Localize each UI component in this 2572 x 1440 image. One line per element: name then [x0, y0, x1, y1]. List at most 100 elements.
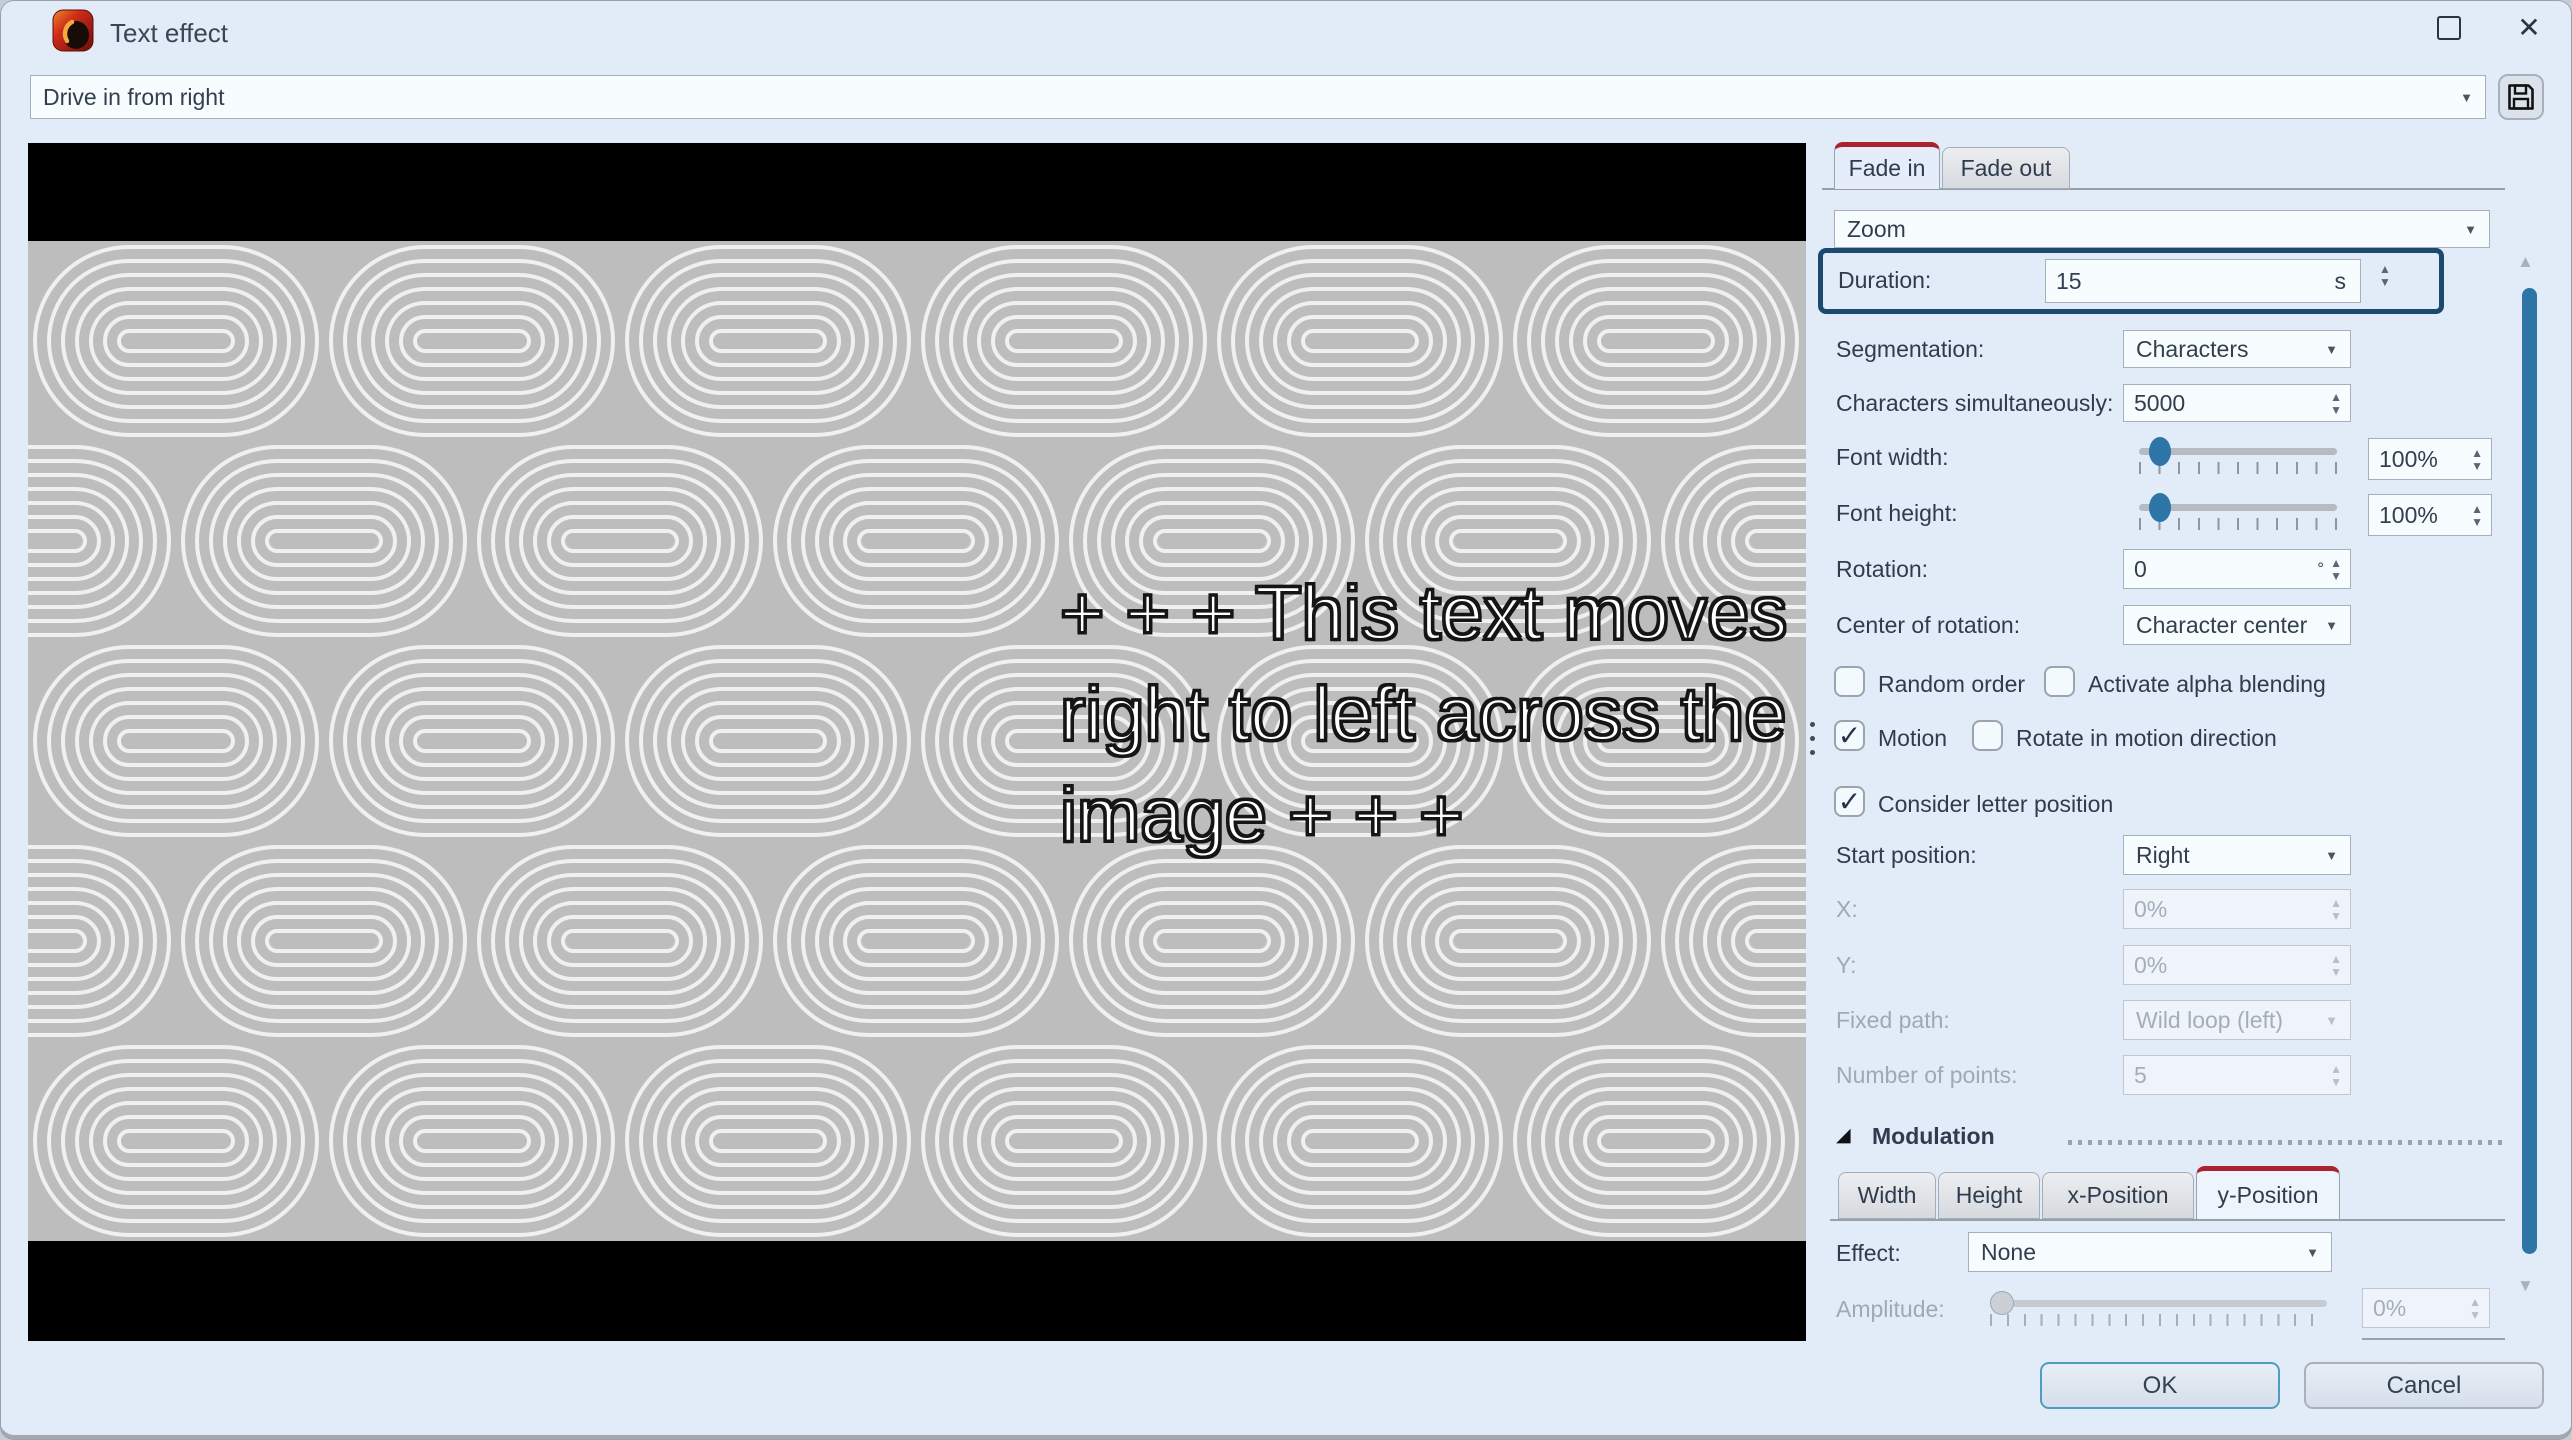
- duration-spinner[interactable]: ▲ ▼: [2379, 262, 2391, 288]
- fade-effect-dropdown[interactable]: Zoom ▼: [1834, 210, 2490, 248]
- dropdown-arrow-icon: ▼: [2325, 1012, 2338, 1028]
- start-position-value: Right: [2136, 841, 2190, 868]
- amplitude-label: Amplitude:: [1836, 1296, 1945, 1322]
- font-height-spinner[interactable]: ▲ ▼: [2471, 503, 2483, 529]
- modulation-tabs-baseline: [1830, 1219, 2505, 1221]
- consider-letter-position-checkbox[interactable]: ✓: [1834, 786, 1865, 817]
- tab-fade-in[interactable]: Fade in: [1834, 142, 1940, 189]
- chars-simultaneously-spinner[interactable]: ▲ ▼: [2330, 389, 2342, 416]
- font-height-value: 100%: [2379, 501, 2438, 528]
- start-position-dropdown[interactable]: Right ▼: [2123, 835, 2351, 875]
- close-button[interactable]: ✕: [2500, 4, 2558, 52]
- segmentation-dropdown[interactable]: Characters ▼: [2123, 330, 2351, 368]
- scrollbar-up-icon[interactable]: ▲: [2517, 252, 2534, 272]
- preview-text-line: image + + +: [1058, 772, 1465, 860]
- preset-value: Drive in from right: [43, 83, 225, 110]
- amplitude-input: 0% ▲ ▼: [2362, 1288, 2490, 1328]
- check-icon: ✓: [1837, 785, 1862, 817]
- tab-x-position[interactable]: x-Position: [2042, 1172, 2194, 1219]
- amplitude-value: 0%: [2373, 1294, 2407, 1321]
- spinner-up-icon: ▲: [2330, 555, 2342, 570]
- modulation-separator: [2068, 1140, 2504, 1145]
- rotation-input[interactable]: 0 ° ▲ ▼: [2123, 549, 2351, 589]
- x-position-input: 0% ▲ ▼: [2123, 889, 2351, 929]
- rotate-in-motion-direction-checkbox[interactable]: [1972, 720, 2003, 751]
- duration-row: Duration: 15 s ▲ ▼: [1818, 248, 2444, 314]
- panel-scrollbar-thumb[interactable]: [2522, 288, 2537, 1254]
- text-effect-dialog: Text effect ✕ Drive in from right ▼ + + …: [0, 0, 2572, 1440]
- spinner-down-icon: ▼: [2469, 1307, 2481, 1322]
- tab-width[interactable]: Width: [1838, 1172, 1936, 1219]
- splitter-handle[interactable]: [1810, 722, 1815, 755]
- ok-button[interactable]: OK: [2040, 1362, 2280, 1409]
- x-position-spinner: ▲ ▼: [2330, 895, 2342, 922]
- x-position-label: X:: [1836, 896, 1858, 922]
- preview-canvas: + + + This text moves right to left acro…: [28, 143, 1806, 1341]
- chars-simultaneously-input[interactable]: 5000 ▲ ▼: [2123, 384, 2351, 422]
- preset-dropdown[interactable]: Drive in from right ▼: [30, 75, 2486, 119]
- preview-effect-text: + + + This text moves right to left acro…: [1058, 563, 1788, 866]
- chars-simultaneously-label: Characters simultaneously:: [1836, 390, 2114, 416]
- spinner-down-icon: ▼: [2471, 458, 2483, 473]
- font-height-slider[interactable]: [2139, 493, 2337, 530]
- random-order-checkbox[interactable]: [1834, 666, 1865, 697]
- font-width-input[interactable]: 100% ▲ ▼: [2368, 438, 2492, 480]
- center-of-rotation-dropdown[interactable]: Character center ▼: [2123, 605, 2351, 645]
- dropdown-arrow-icon: ▼: [2306, 1244, 2319, 1260]
- tab-height[interactable]: Height: [1938, 1172, 2040, 1219]
- rotation-label: Rotation:: [1836, 556, 1929, 582]
- tab-y-position-label: y-Position: [2217, 1181, 2319, 1208]
- tab-x-position-label: x-Position: [2067, 1182, 2169, 1208]
- motion-checkbox[interactable]: ✓: [1834, 720, 1865, 751]
- center-of-rotation-label: Center of rotation:: [1836, 612, 2021, 638]
- font-width-slider-thumb[interactable]: [2149, 437, 2171, 466]
- cancel-button[interactable]: Cancel: [2304, 1362, 2544, 1409]
- font-height-input[interactable]: 100% ▲ ▼: [2368, 494, 2492, 536]
- maximize-button[interactable]: [2420, 4, 2478, 52]
- preview-text-line: right to left across the: [1058, 671, 1788, 759]
- collapse-triangle-icon[interactable]: ◢: [1836, 1124, 1851, 1147]
- spinner-up-icon: ▲: [2330, 1061, 2342, 1076]
- dropdown-arrow-icon: ▼: [2325, 847, 2338, 863]
- font-height-slider-thumb[interactable]: [2149, 493, 2171, 522]
- y-position-value: 0%: [2134, 951, 2168, 978]
- check-icon: ✓: [1837, 719, 1862, 751]
- modulation-effect-value: None: [1981, 1238, 2036, 1265]
- preview-letterbox-top: [28, 143, 1806, 241]
- spinner-down-icon: ▼: [2471, 514, 2483, 529]
- duration-label: Duration:: [1838, 267, 1932, 293]
- duration-unit: s: [2334, 267, 2347, 294]
- number-of-points-input: 5 ▲ ▼: [2123, 1055, 2351, 1095]
- tab-fade-out[interactable]: Fade out: [1942, 147, 2070, 189]
- maximize-icon: [2437, 16, 2461, 40]
- fade-effect-value: Zoom: [1847, 215, 1906, 242]
- spinner-up-icon: ▲: [2330, 389, 2342, 404]
- dropdown-arrow-icon: ▼: [2325, 617, 2338, 633]
- segmentation-value: Characters: [2136, 335, 2249, 362]
- save-icon: [2508, 84, 2534, 110]
- font-width-label: Font width:: [1836, 444, 1949, 470]
- start-position-label: Start position:: [1836, 842, 1977, 868]
- duration-input[interactable]: 15 s: [2045, 259, 2361, 303]
- chars-simultaneously-value: 5000: [2134, 389, 2186, 416]
- fixed-path-label: Fixed path:: [1836, 1007, 1950, 1033]
- tab-y-position[interactable]: y-Position: [2196, 1166, 2340, 1219]
- font-width-spinner[interactable]: ▲ ▼: [2471, 447, 2483, 473]
- y-position-input: 0% ▲ ▼: [2123, 945, 2351, 985]
- rotation-value: 0: [2134, 555, 2147, 582]
- duration-value: 15: [2056, 267, 2082, 294]
- rotate-in-motion-direction-label: Rotate in motion direction: [2016, 725, 2277, 751]
- save-preset-button[interactable]: [2498, 74, 2544, 120]
- y-position-label: Y:: [1836, 952, 1857, 978]
- activate-alpha-blending-checkbox[interactable]: [2044, 666, 2075, 697]
- modulation-effect-dropdown[interactable]: None ▼: [1968, 1232, 2332, 1272]
- rotation-spinner[interactable]: ▲ ▼: [2330, 555, 2342, 582]
- fixed-path-value: Wild loop (left): [2136, 1006, 2283, 1033]
- dropdown-arrow-icon: ▼: [2325, 341, 2338, 357]
- amplitude-slider-thumb: [1990, 1291, 2014, 1315]
- scrollbar-down-icon[interactable]: ▼: [2517, 1276, 2534, 1296]
- font-width-slider[interactable]: [2139, 437, 2337, 474]
- spinner-up-icon: ▲: [2379, 262, 2391, 276]
- tab-width-label: Width: [1857, 1182, 1917, 1208]
- spinner-up-icon: ▲: [2330, 895, 2342, 910]
